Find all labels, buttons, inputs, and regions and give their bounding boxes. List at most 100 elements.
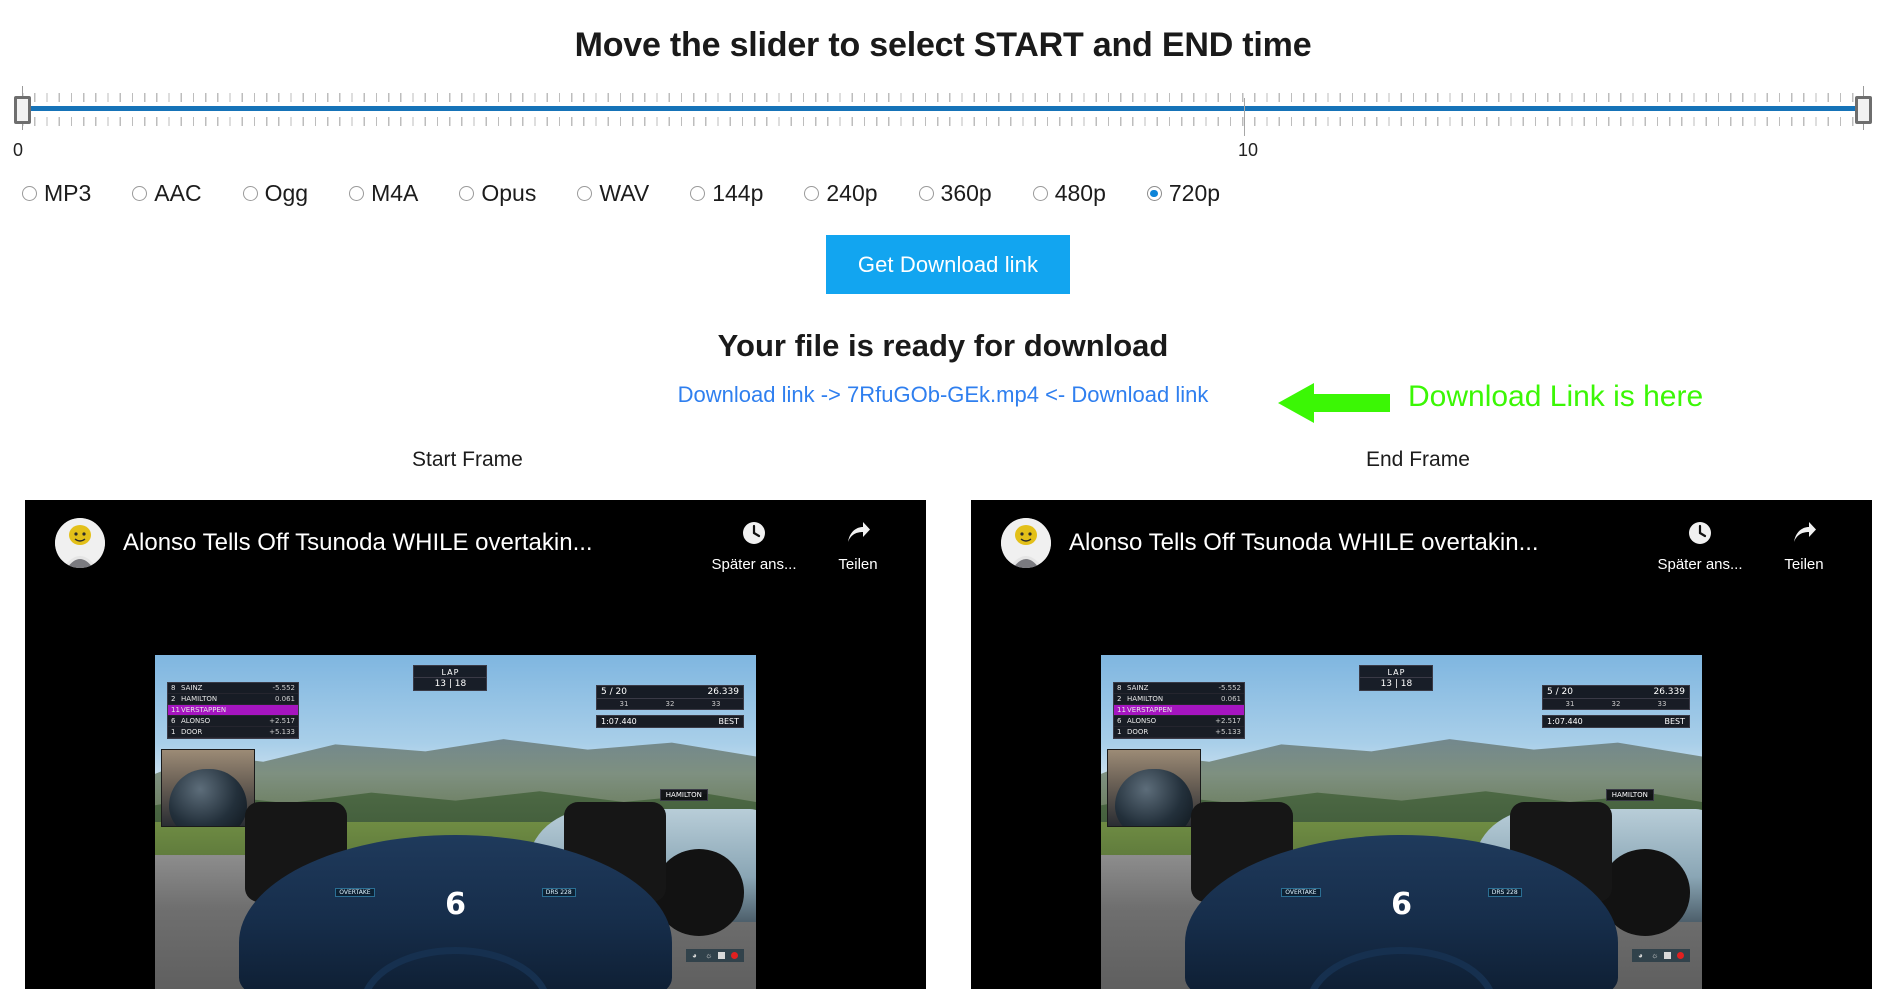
hud-driver-name-tag: HAMILTON: [1605, 788, 1654, 801]
radio-option-wav[interactable]: WAV: [577, 180, 649, 207]
slider-handle-start[interactable]: [14, 96, 31, 124]
clock-icon: [702, 520, 806, 550]
radio-label: 360p: [940, 180, 992, 206]
hud-standings-panel: 8 SAINZ -5.552 2 HAMILTON 0.061 11 VERST…: [1113, 681, 1246, 739]
watch-later-button[interactable]: Später ans...: [1648, 520, 1752, 573]
end-frame-label: End Frame: [1366, 448, 1470, 471]
standings-row: 11 VERSTAPPEN: [1114, 704, 1245, 716]
radio-label: 480p: [1054, 180, 1106, 206]
helmet-shape: [1115, 769, 1193, 826]
hud-lap-counter: LAP 13 | 18: [413, 665, 488, 692]
standings-pos: 1: [1117, 727, 1122, 736]
radio-option-ogg[interactable]: Ogg: [242, 180, 308, 207]
standings-gap: +5.133: [1215, 727, 1242, 736]
video-frame-image: LAP 13 | 18 8 SAINZ -5.552 2 HAMILTON 0.…: [1101, 655, 1702, 989]
hud-drs-label: DRS 228: [541, 887, 576, 897]
watch-later-button[interactable]: Später ans...: [702, 520, 806, 573]
standings-name: ALONSO: [1127, 716, 1157, 725]
standings-gap: -5.552: [272, 683, 296, 692]
standings-gap: 0.061: [1220, 694, 1242, 703]
radio-label: Opus: [481, 180, 537, 206]
radio-option-360p[interactable]: 360p: [918, 180, 992, 207]
radio-circle-icon: [459, 186, 475, 201]
record-icon[interactable]: [1676, 952, 1684, 960]
headset-icon[interactable]: ◕: [1638, 952, 1645, 960]
watch-later-label: Später ans...: [1657, 555, 1743, 573]
end-frame-player[interactable]: Alonso Tells Off Tsunoda WHILE overtakin…: [971, 500, 1872, 989]
hud-timing-panel: 5 / 20 26.339 31 32 33 1:07.440 BEST: [595, 685, 744, 729]
hud-lap-key: LAP: [441, 668, 460, 678]
radio-option-720p[interactable]: 720p: [1146, 180, 1221, 207]
slider-handle-end[interactable]: [1855, 96, 1872, 124]
hud-gear-number: 6: [445, 887, 466, 923]
stop-icon[interactable]: [717, 952, 725, 960]
standings-gap: +2.517: [1215, 716, 1242, 725]
hud-standings-panel: 8 SAINZ -5.552 2 HAMILTON 0.061 11 VERST…: [167, 681, 300, 739]
hud-sector-3: 33: [1657, 700, 1667, 709]
hud-timing-main: 5 / 20 26.339: [595, 685, 744, 700]
standings-pos: 6: [171, 716, 176, 725]
radio-circle-icon: [804, 186, 820, 201]
capture-controls[interactable]: ◕ ☼: [685, 949, 744, 963]
hud-driver-name-tag: HAMILTON: [659, 788, 708, 801]
video-title[interactable]: Alonso Tells Off Tsunoda WHILE overtakin…: [1069, 529, 1648, 557]
record-icon[interactable]: [730, 952, 738, 960]
helmet-shape: [169, 769, 247, 826]
standings-row: 1 DOOR +5.133: [168, 727, 299, 738]
youtube-header: Alonso Tells Off Tsunoda WHILE overtakin…: [25, 500, 926, 596]
hud-best-time: 1:07.440 BEST: [1541, 715, 1690, 729]
standings-pos: 8: [171, 683, 176, 692]
radio-label: 720p: [1168, 180, 1221, 206]
slider-rail[interactable]: [28, 106, 1860, 111]
driver-facecam: [1107, 748, 1201, 827]
radio-circle-icon: [918, 186, 934, 201]
hud-lap-key: LAP: [1387, 668, 1406, 678]
radio-label: 240p: [826, 180, 878, 206]
hud-lap-value: 13 | 18: [414, 677, 487, 690]
hud-gear-number: 6: [1391, 887, 1412, 923]
standings-name: DOOR: [1127, 727, 1149, 736]
download-link[interactable]: Download link -> 7RfuGOb-GEk.mp4 <- Down…: [678, 382, 1209, 407]
radio-option-480p[interactable]: 480p: [1032, 180, 1106, 207]
radio-circle-icon: [1146, 186, 1162, 201]
hud-lap-time: 26.339: [1653, 687, 1685, 698]
mic-icon[interactable]: ☼: [1651, 952, 1658, 960]
standings-pos: 2: [1117, 694, 1122, 703]
radio-option-aac[interactable]: AAC: [132, 180, 202, 207]
standings-name: SAINZ: [1127, 683, 1149, 692]
halo-device: [360, 946, 551, 989]
mic-icon[interactable]: ☼: [705, 952, 712, 960]
share-arrow-icon: [1752, 520, 1856, 550]
standings-gap: +2.517: [269, 716, 296, 725]
channel-avatar[interactable]: [55, 518, 105, 568]
hud-position-counter: 5 / 20: [600, 687, 627, 698]
standings-name: ALONSO: [181, 716, 211, 725]
radio-option-m4a[interactable]: M4A: [349, 180, 418, 207]
radio-circle-icon: [1032, 186, 1048, 201]
capture-controls[interactable]: ◕ ☼: [1631, 949, 1690, 963]
radio-option-opus[interactable]: Opus: [459, 180, 536, 207]
channel-avatar[interactable]: [1001, 518, 1051, 568]
radio-option-mp3[interactable]: MP3: [22, 180, 91, 207]
hud-sector-1: 31: [1565, 700, 1575, 709]
start-frame-player[interactable]: Alonso Tells Off Tsunoda WHILE overtakin…: [25, 500, 926, 989]
stop-icon[interactable]: [1663, 952, 1671, 960]
share-button[interactable]: Teilen: [1752, 520, 1856, 573]
video-title[interactable]: Alonso Tells Off Tsunoda WHILE overtakin…: [123, 529, 702, 557]
slider-mid-marker: [1244, 98, 1245, 136]
share-button[interactable]: Teilen: [806, 520, 910, 573]
standings-row: 1 DOOR +5.133: [1114, 727, 1245, 738]
get-download-link-button[interactable]: Get Download link: [826, 235, 1070, 294]
hud-position-counter: 5 / 20: [1546, 687, 1573, 698]
time-range-slider[interactable]: [14, 86, 1872, 132]
hud-best-label: BEST: [718, 717, 739, 727]
slider-ticks-top: [22, 93, 1864, 102]
share-label: Teilen: [1784, 555, 1824, 573]
hud-lap-time: 26.339: [707, 687, 739, 698]
format-options: MP3 AAC Ogg M4A Opus WAV 144p 240p 360p …: [22, 180, 1872, 207]
hud-lap-value: 13 | 18: [1360, 677, 1433, 690]
radio-option-240p[interactable]: 240p: [804, 180, 878, 207]
standings-name: HAMILTON: [181, 694, 218, 703]
headset-icon[interactable]: ◕: [692, 952, 699, 960]
radio-option-144p[interactable]: 144p: [690, 180, 763, 207]
